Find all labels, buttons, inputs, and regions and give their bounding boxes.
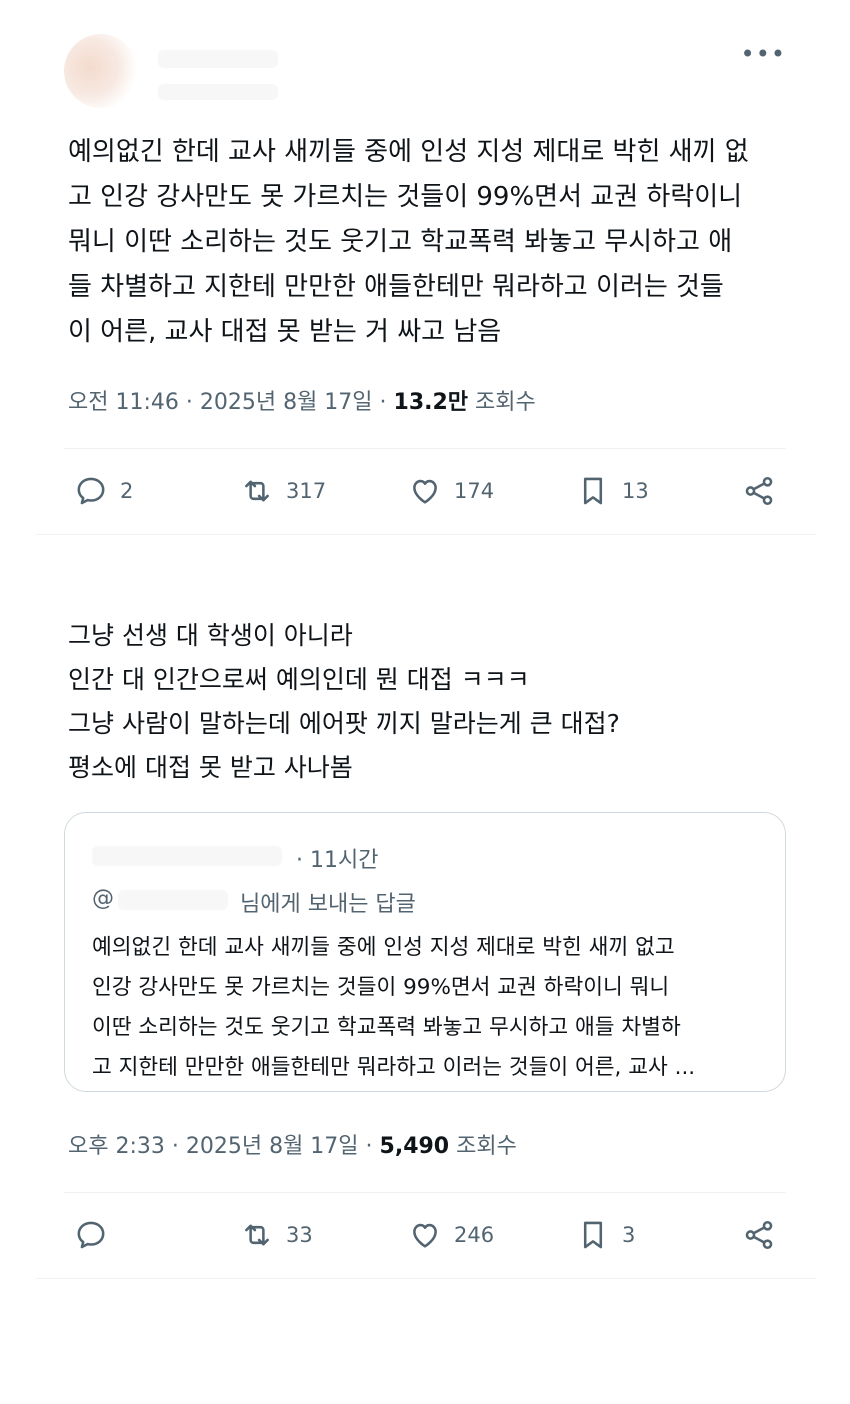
retweet-button[interactable]: 317 <box>240 474 326 508</box>
reply-button[interactable]: 2 <box>74 474 133 508</box>
view-count-label: 조회수 <box>449 1134 517 1159</box>
divider <box>64 448 786 449</box>
more-options-icon[interactable]: ••• <box>741 40 786 68</box>
quoted-text-line: 고 지한테 만만한 애들한테만 뭐라하고 이러는 것들이 어른, 교사 ... <box>92 1055 696 1080</box>
quoted-text-line: 이딴 소리하는 것도 웃기고 학교폭력 봐놓고 무시하고 애들 차별하 <box>92 1015 681 1040</box>
like-button[interactable]: 174 <box>408 474 494 508</box>
share-button[interactable] <box>742 474 776 508</box>
tweet-timestamp[interactable]: 오후 2:33 · 2025년 8월 17일 · <box>68 1134 380 1159</box>
retweet-button[interactable]: 33 <box>240 1218 313 1252</box>
author-handle-blurred[interactable] <box>158 84 278 100</box>
tweet-text-line: 고 인강 강사만도 못 가르치는 것들이 99%면서 교권 하락이니 <box>68 182 743 212</box>
share-button[interactable] <box>742 1218 776 1252</box>
like-button[interactable]: 246 <box>408 1218 494 1252</box>
heart-icon <box>413 479 437 504</box>
quoted-reply-to: @ <box>92 886 114 911</box>
quoted-time: · 11시간 <box>296 848 379 873</box>
divider <box>36 1278 816 1279</box>
reply-button[interactable] <box>74 1218 120 1252</box>
reply-icon <box>77 1221 105 1249</box>
tweet-timestamp[interactable]: 오전 11:46 · 2025년 8월 17일 · <box>68 390 394 415</box>
bookmark-button[interactable]: 3 <box>576 1218 635 1252</box>
quoted-text-line: 예의없긴 한데 교사 새끼들 중에 인성 지성 제대로 박힌 새끼 없고 <box>92 935 675 960</box>
tweet-text-line: 들 차별하고 지한테 만만한 애들한테만 뭐라하고 이러는 것들 <box>68 272 724 302</box>
heart-icon <box>413 1223 437 1248</box>
tweet-text: 예의없긴 한데 교사 새끼들 중에 인성 지성 제대로 박힌 새끼 없 고 인강… <box>68 130 788 355</box>
quoted-text: 예의없긴 한데 교사 새끼들 중에 인성 지성 제대로 박힌 새끼 없고 인강 … <box>92 928 762 1088</box>
avatar[interactable] <box>64 34 138 108</box>
reply-to-prefix: @ <box>92 886 114 911</box>
share-icon <box>745 476 773 506</box>
retweet-count: 33 <box>286 1223 313 1247</box>
divider <box>64 1192 786 1193</box>
tweet-text: 그냥 선생 대 학생이 아니라 인간 대 인간으로써 예의인데 뭔 대접 ㅋㅋㅋ… <box>68 614 788 790</box>
tweet-text-line: 인간 대 인간으로써 예의인데 뭔 대접 ㅋㅋㅋ <box>68 665 530 694</box>
tweet-text-line: 뭐니 이딴 소리하는 것도 웃기고 학교폭력 봐놓고 무시하고 애 <box>68 227 733 257</box>
retweet-icon <box>245 1224 269 1246</box>
divider <box>36 534 816 535</box>
view-count: 5,490 <box>379 1134 450 1159</box>
tweet-meta: 오전 11:46 · 2025년 8월 17일 · 13.2만 조회수 <box>68 384 536 416</box>
tweet-meta: 오후 2:33 · 2025년 8월 17일 · 5,490 조회수 <box>68 1128 517 1160</box>
tweet-text-line: 예의없긴 한데 교사 새끼들 중에 인성 지성 제대로 박힌 새끼 없 <box>68 137 749 167</box>
retweet-icon <box>245 480 269 502</box>
bookmark-icon <box>583 1221 603 1249</box>
view-count: 13.2만 <box>393 390 469 415</box>
bookmark-count: 3 <box>622 1223 636 1247</box>
bookmark-icon <box>583 477 603 505</box>
author-name-blurred[interactable] <box>158 50 278 68</box>
tweet-text-line: 그냥 선생 대 학생이 아니라 <box>68 621 353 650</box>
quoted-author-blurred <box>92 846 282 866</box>
like-count: 246 <box>454 1223 495 1247</box>
view-count-label: 조회수 <box>468 390 536 415</box>
reply-icon <box>77 477 105 505</box>
like-count: 174 <box>454 479 495 503</box>
bookmark-button[interactable]: 13 <box>576 474 649 508</box>
quoted-text-line: 인강 강사만도 못 가르치는 것들이 99%면서 교권 하락이니 뭐니 <box>92 975 670 1000</box>
tweet-text-line: 그냥 사람이 말하는데 에어팟 끼지 말라는게 큰 대접? <box>68 709 620 738</box>
retweet-count: 317 <box>286 479 327 503</box>
share-icon <box>745 1220 773 1250</box>
tweet-text-line: 이 어른, 교사 대접 못 받는 거 싸고 남음 <box>68 317 502 347</box>
bookmark-count: 13 <box>622 479 649 503</box>
reply-count: 2 <box>120 479 134 503</box>
reply-to-handle-blurred <box>118 890 228 910</box>
reply-to-label: 님에게 보내는 답글 <box>240 892 416 917</box>
tweet-text-line: 평소에 대접 못 받고 사나봄 <box>68 753 353 782</box>
